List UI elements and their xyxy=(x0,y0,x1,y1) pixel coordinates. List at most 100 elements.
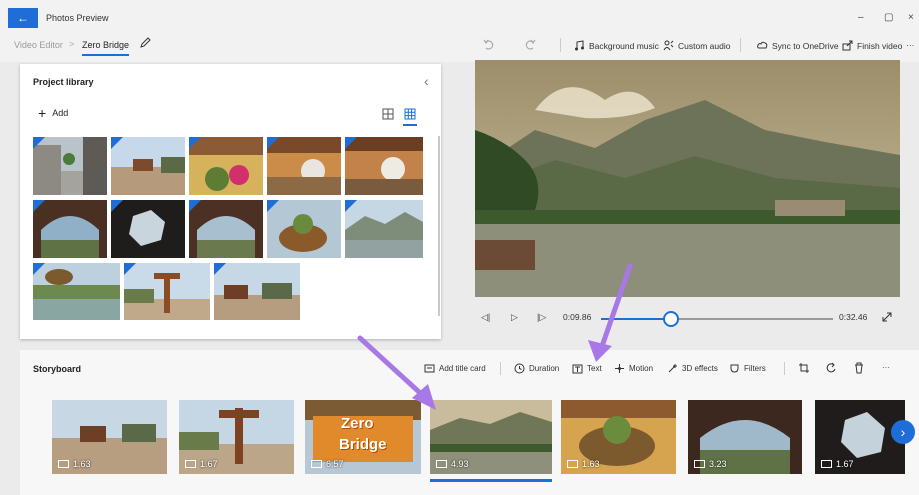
motion-icon xyxy=(615,364,624,373)
library-thumbnail[interactable] xyxy=(33,263,120,320)
more-options-icon[interactable]: ··· xyxy=(906,40,915,50)
filters-label: Filters xyxy=(744,364,766,373)
text-label: Text xyxy=(587,364,602,373)
clip-duration: 3.23 xyxy=(694,459,727,469)
back-arrow-icon[interactable]: ← xyxy=(8,8,38,28)
storyboard-clip[interactable]: Zero Bridge 6.57 xyxy=(305,400,421,474)
close-button[interactable]: × xyxy=(908,12,914,23)
library-thumbnail[interactable] xyxy=(345,200,423,258)
library-thumbnail[interactable] xyxy=(267,137,341,195)
image-icon xyxy=(821,460,832,468)
clip-duration-value: 1.67 xyxy=(200,459,218,469)
library-thumbnail[interactable] xyxy=(33,200,107,258)
image-icon xyxy=(436,460,447,468)
library-scrollbar[interactable] xyxy=(438,136,440,316)
storyboard-clip[interactable]: 1.63 xyxy=(561,400,676,474)
clip-duration: 4.93 xyxy=(436,459,469,469)
sparkle-icon xyxy=(668,364,677,373)
library-thumbnail[interactable] xyxy=(33,137,107,195)
cloud-sync-icon xyxy=(757,41,768,49)
storyboard-more-icon[interactable]: ··· xyxy=(882,363,890,372)
finish-video-label: Finish video xyxy=(857,40,903,51)
playback-controls: ◁| ▷ |▷ 0:09.86 0:32.46 xyxy=(475,304,900,334)
clip-duration-value: 4.93 xyxy=(451,459,469,469)
duration-button[interactable]: Duration xyxy=(514,363,559,374)
library-thumbnail[interactable] xyxy=(111,200,185,258)
library-thumbnail[interactable] xyxy=(189,200,263,258)
sync-onedrive-button[interactable]: Sync to OneDrive xyxy=(757,40,839,51)
background-music-button[interactable]: Background music xyxy=(574,40,659,51)
library-thumbnail[interactable] xyxy=(345,137,423,195)
library-thumbnail[interactable] xyxy=(267,200,341,258)
add-media-button[interactable]: + Add xyxy=(38,105,68,121)
preview-frame xyxy=(475,60,900,297)
undo-icon[interactable] xyxy=(482,38,495,51)
delete-icon[interactable] xyxy=(853,362,865,374)
redo-icon[interactable] xyxy=(524,38,537,51)
collapse-chevron-icon[interactable]: ‹ xyxy=(424,73,429,89)
play-icon[interactable]: ▷ xyxy=(511,312,518,323)
toolbar-divider xyxy=(740,38,741,52)
grid-large-view-icon[interactable] xyxy=(382,108,394,120)
command-bar: Video Editor > Zero Bridge Background mu… xyxy=(0,30,919,62)
rotate-icon[interactable] xyxy=(825,362,837,374)
clip-duration: 1.67 xyxy=(185,459,218,469)
clip-duration-value: 3.23 xyxy=(709,459,727,469)
clock-icon xyxy=(514,363,525,374)
view-active-indicator xyxy=(403,124,417,126)
crop-icon[interactable] xyxy=(798,362,810,374)
title-bar: ← Photos Preview – ▢ × xyxy=(0,0,919,30)
export-icon xyxy=(842,40,853,51)
scroll-right-chevron-icon[interactable]: › xyxy=(891,420,915,444)
finish-video-button[interactable]: Finish video xyxy=(842,40,902,51)
step-back-icon[interactable]: ◁| xyxy=(481,312,490,323)
filters-button[interactable]: Filters xyxy=(729,363,766,374)
storyboard-clip-selected[interactable]: 4.93 xyxy=(430,400,552,474)
seek-bar-fill xyxy=(601,318,671,320)
3d-effects-label: 3D effects xyxy=(682,364,718,373)
motion-label: Motion xyxy=(629,364,654,373)
sync-onedrive-label: Sync to OneDrive xyxy=(772,40,839,51)
toolbar-divider xyxy=(560,38,561,52)
library-thumbnail[interactable] xyxy=(124,263,210,320)
step-forward-icon[interactable]: |▷ xyxy=(537,312,546,323)
library-thumbnail[interactable] xyxy=(214,263,300,320)
image-icon xyxy=(58,460,69,468)
custom-audio-button[interactable]: Custom audio xyxy=(663,40,730,51)
breadcrumb-parent[interactable]: Video Editor xyxy=(14,40,63,50)
breadcrumb-current: Zero Bridge xyxy=(82,40,130,56)
plus-icon: + xyxy=(38,105,47,121)
library-thumbnail[interactable] xyxy=(189,137,263,195)
current-time: 0:09.86 xyxy=(563,312,592,322)
clip-title-overlay: Bridge xyxy=(339,436,387,453)
seek-bar-thumb[interactable] xyxy=(663,311,679,327)
fullscreen-icon[interactable] xyxy=(881,311,893,323)
pencil-icon[interactable] xyxy=(138,36,152,50)
motion-button[interactable]: Motion xyxy=(614,363,653,374)
image-icon xyxy=(694,460,705,468)
library-thumbnail[interactable] xyxy=(111,137,185,195)
custom-audio-label: Custom audio xyxy=(678,40,731,51)
app-title: Photos Preview xyxy=(46,13,109,23)
storyboard-clip[interactable]: 1.63 xyxy=(52,400,167,474)
filter-icon xyxy=(730,364,739,373)
video-preview[interactable] xyxy=(475,60,900,297)
storyboard-clip[interactable]: 1.67 xyxy=(179,400,294,474)
clip-duration-value: 1.63 xyxy=(73,459,91,469)
add-title-card-label: Add title card xyxy=(439,364,486,373)
minimize-button[interactable]: – xyxy=(858,12,864,23)
storyboard-panel: Storyboard Add title card Duration Text … xyxy=(20,350,919,495)
clip-duration: 6.57 xyxy=(311,459,344,469)
title-card-icon xyxy=(424,364,435,373)
toolbar-divider xyxy=(500,362,501,375)
grid-small-view-icon[interactable] xyxy=(404,108,416,120)
clip-duration: 1.63 xyxy=(58,459,91,469)
maximize-button[interactable]: ▢ xyxy=(884,12,893,23)
3d-effects-button[interactable]: 3D effects xyxy=(667,363,718,374)
storyboard-clip[interactable]: 3.23 xyxy=(688,400,802,474)
image-icon xyxy=(567,460,578,468)
toolbar-divider xyxy=(784,362,785,375)
breadcrumb-separator: > xyxy=(69,39,75,49)
add-title-card-button[interactable]: Add title card xyxy=(424,363,486,374)
text-button[interactable]: Text xyxy=(572,363,602,374)
